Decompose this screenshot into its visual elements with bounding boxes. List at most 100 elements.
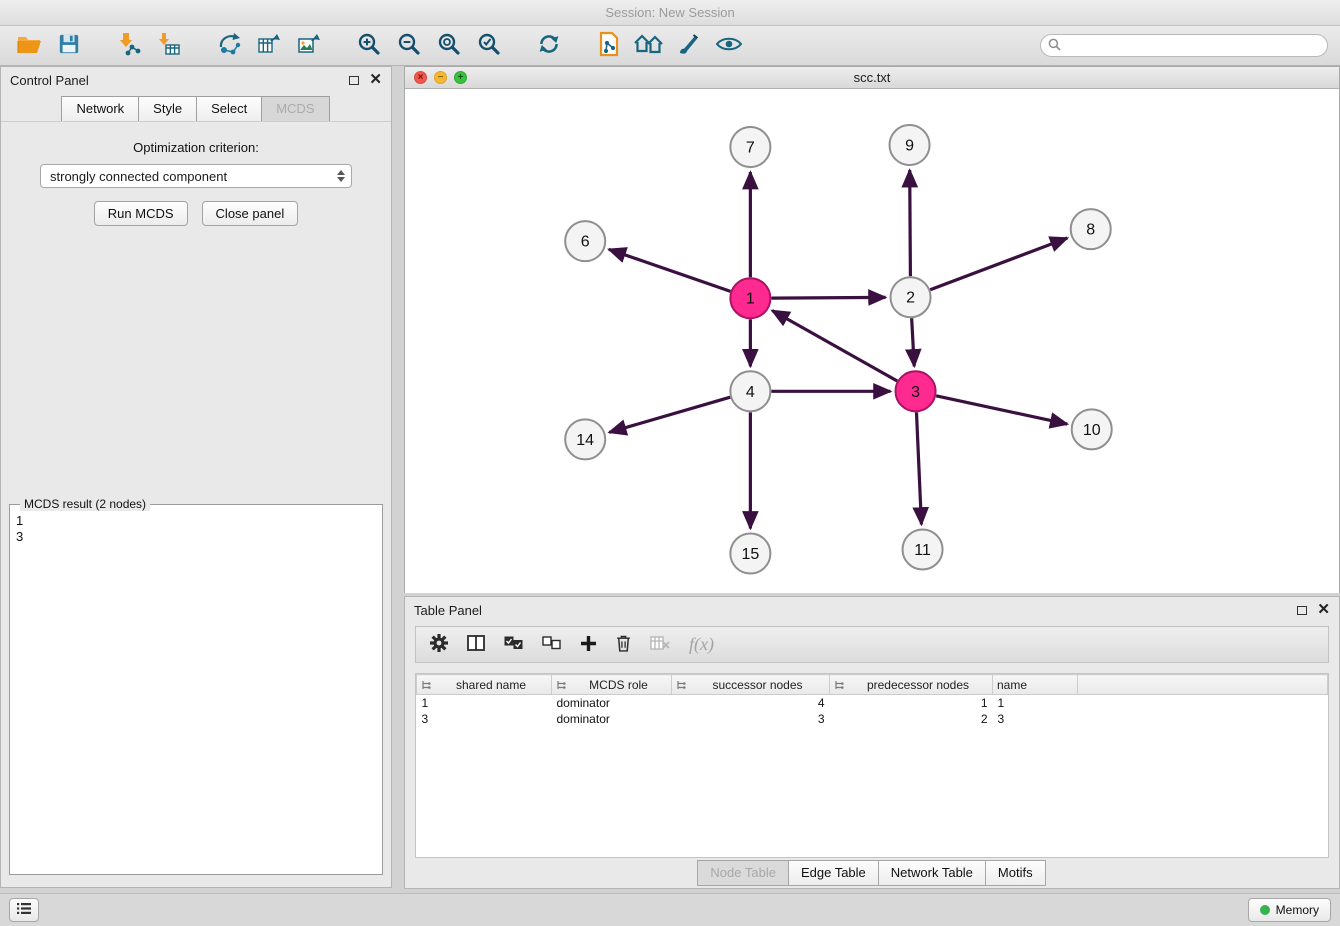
table-cell[interactable]: dominator [552, 695, 672, 711]
optimization-select[interactable]: strongly connected component [40, 164, 352, 188]
table-cell[interactable]: dominator [552, 711, 672, 727]
table-cell[interactable]: 1 [993, 695, 1078, 711]
tab-select[interactable]: Select [196, 96, 262, 121]
network-edge[interactable] [916, 412, 921, 524]
add-column-button[interactable] [580, 635, 597, 655]
network-edge[interactable] [910, 170, 911, 276]
zoom-fit-button[interactable] [432, 30, 466, 62]
delete-table-button[interactable] [650, 636, 670, 653]
show-columns-button[interactable] [467, 635, 485, 654]
float-table-panel-icon[interactable] [1297, 606, 1307, 615]
table-row[interactable]: 3dominator323 [417, 711, 1328, 727]
tab-network-table[interactable]: Network Table [878, 860, 986, 886]
tab-network[interactable]: Network [61, 96, 139, 121]
close-panel-button[interactable]: Close panel [202, 201, 299, 226]
close-table-panel-icon[interactable]: ✕ [1317, 604, 1330, 616]
show-hide-button[interactable] [712, 30, 746, 62]
network-node[interactable]: 6 [565, 221, 605, 261]
title-bar: Session: New Session [0, 0, 1340, 26]
deselect-all-button[interactable] [542, 636, 561, 653]
function-builder-button[interactable]: f(x) [689, 634, 714, 655]
table-panel-titlebar: Table Panel ✕ [405, 597, 1339, 623]
status-bar: Memory [0, 893, 1340, 926]
column-header-successor-nodes[interactable]: successor nodes [672, 675, 830, 695]
close-panel-icon[interactable]: ✕ [369, 74, 382, 86]
network-node[interactable]: 7 [730, 127, 770, 167]
zoom-out-button[interactable] [392, 30, 426, 62]
first-neighbors-button[interactable] [632, 30, 666, 62]
new-network-button[interactable] [212, 30, 246, 62]
float-panel-icon[interactable] [349, 76, 359, 85]
clone-network-button[interactable] [592, 30, 626, 62]
task-history-button[interactable] [9, 898, 39, 922]
table-cell[interactable]: 1 [830, 695, 993, 711]
search-box [1040, 34, 1328, 57]
table-cell[interactable]: 4 [672, 695, 830, 711]
open-session-button[interactable] [12, 30, 46, 62]
close-window-icon[interactable]: × [414, 71, 427, 84]
table-cell-filler [1078, 711, 1328, 727]
column-header-mcds-role[interactable]: MCDS role [552, 675, 672, 695]
network-edge[interactable] [609, 397, 730, 432]
control-panel: Control Panel ✕ Network Style Select MCD… [0, 66, 392, 888]
network-edge[interactable] [609, 249, 731, 291]
open-folder-icon [16, 33, 42, 58]
maximize-window-icon[interactable]: + [454, 71, 467, 84]
network-node-label: 3 [911, 384, 920, 401]
network-canvas[interactable]: 7 9 6 8 1 2 4 3 10 14 15 11 [405, 89, 1339, 593]
export-table-button[interactable] [252, 30, 286, 62]
table-cell[interactable]: 2 [830, 711, 993, 727]
table-mode-button[interactable] [430, 634, 448, 655]
memory-button[interactable]: Memory [1248, 898, 1331, 922]
delete-selected-button[interactable] [616, 635, 631, 655]
style-paint-button[interactable] [672, 30, 706, 62]
network-node[interactable]: 15 [730, 533, 770, 573]
network-node[interactable]: 14 [565, 419, 605, 459]
run-mcds-button[interactable]: Run MCDS [94, 201, 188, 226]
table-cell[interactable]: 3 [993, 711, 1078, 727]
attribute-type-icon [421, 680, 431, 690]
select-all-button[interactable] [504, 636, 523, 653]
save-session-button[interactable] [52, 30, 86, 62]
table-row[interactable]: 1dominator411 [417, 695, 1328, 711]
tab-mcds[interactable]: MCDS [261, 96, 329, 121]
network-node[interactable]: 8 [1071, 209, 1111, 249]
apply-layout-button[interactable] [532, 30, 566, 62]
minimize-window-icon[interactable]: − [434, 71, 447, 84]
table-cell[interactable]: 3 [417, 711, 552, 727]
tab-node-table[interactable]: Node Table [697, 860, 789, 886]
network-node[interactable]: 11 [903, 529, 943, 569]
network-edge[interactable] [930, 238, 1067, 290]
network-node[interactable]: 9 [890, 125, 930, 165]
tab-style[interactable]: Style [138, 96, 197, 121]
network-edge[interactable] [771, 297, 885, 298]
tab-motifs[interactable]: Motifs [985, 860, 1046, 886]
column-header-predecessor-nodes[interactable]: predecessor nodes [830, 675, 993, 695]
network-edge[interactable] [936, 396, 1067, 424]
network-edge[interactable] [912, 318, 915, 366]
import-table-button[interactable] [152, 30, 186, 62]
zoom-selected-icon [477, 32, 501, 59]
node-table-wrap: shared name MCDS role successor nodes pr… [415, 673, 1329, 858]
plus-icon [580, 635, 597, 655]
network-node[interactable]: 4 [730, 371, 770, 411]
network-graph[interactable]: 7 9 6 8 1 2 4 3 10 14 15 11 [405, 89, 1339, 593]
search-input[interactable] [1040, 34, 1328, 57]
network-node-label: 14 [576, 432, 594, 449]
tab-edge-table[interactable]: Edge Table [788, 860, 879, 886]
network-node[interactable]: 1 [730, 278, 770, 318]
zoom-in-button[interactable] [352, 30, 386, 62]
deselect-all-icon [542, 636, 561, 653]
column-header-shared-name[interactable]: shared name [417, 675, 552, 695]
column-header-name[interactable]: name [993, 675, 1078, 695]
window-title: Session: New Session [605, 5, 734, 20]
table-cell[interactable]: 3 [672, 711, 830, 727]
table-cell[interactable]: 1 [417, 695, 552, 711]
network-node[interactable]: 3 [896, 371, 936, 411]
network-node[interactable]: 10 [1072, 409, 1112, 449]
export-image-button[interactable] [292, 30, 326, 62]
network-node[interactable]: 2 [891, 277, 931, 317]
network-edge[interactable] [772, 311, 897, 381]
import-network-button[interactable] [112, 30, 146, 62]
zoom-selected-button[interactable] [472, 30, 506, 62]
